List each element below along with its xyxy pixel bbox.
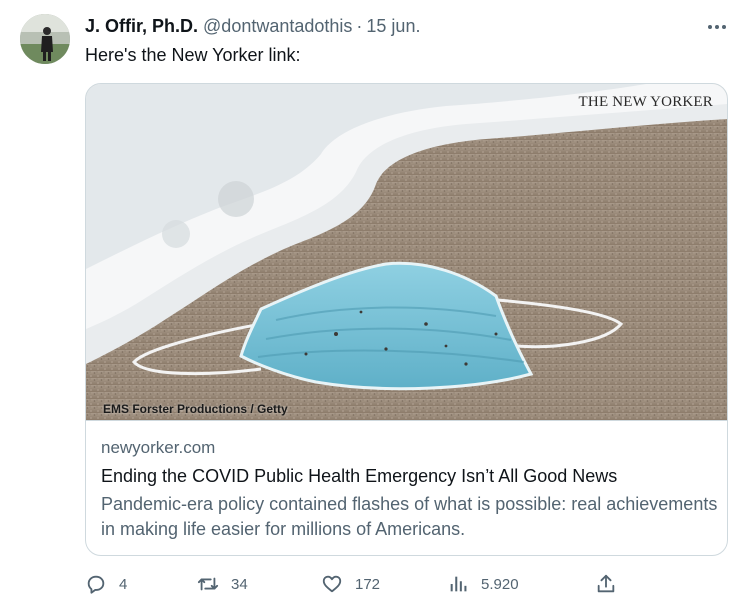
share-icon — [597, 574, 615, 593]
like-icon — [322, 575, 342, 593]
beach-mask-photo — [86, 84, 727, 420]
views-icon — [450, 576, 467, 592]
tweet-date[interactable]: 15 jun. — [366, 16, 420, 37]
tweet-actions: 4 34 172 5.920 — [85, 570, 735, 598]
image-credit: EMS Forster Productions / Getty — [103, 402, 288, 416]
avatar[interactable] — [20, 14, 70, 64]
user-handle[interactable]: @dontwantadothis — [203, 16, 352, 37]
card-description: Pandemic-era policy contained flashes of… — [101, 494, 718, 539]
reply-icon — [87, 575, 105, 594]
card-body[interactable]: newyorker.com Ending the COVID Public He… — [86, 420, 727, 555]
avatar-image — [20, 14, 70, 64]
separator-dot: · — [356, 16, 363, 36]
more-dot — [722, 25, 726, 29]
publication-logo: THE NEW YORKER — [578, 94, 713, 110]
retweet-icon — [197, 577, 219, 591]
retweet-count: 34 — [231, 575, 248, 593]
share-button[interactable] — [595, 570, 617, 598]
reply-button[interactable]: 4 — [85, 570, 127, 598]
more-icon[interactable] — [702, 14, 732, 40]
link-card[interactable]: THE NEW YORKER EMS Forster Productions /… — [85, 83, 728, 556]
tweet-header: J. Offir, Ph.D. @dontwantadothis · 15 ju… — [85, 16, 420, 38]
card-image[interactable]: THE NEW YORKER EMS Forster Productions /… — [86, 84, 727, 420]
more-dot — [708, 25, 712, 29]
retweet-button[interactable]: 34 — [197, 570, 248, 598]
card-title: Ending the COVID Public Health Emergency… — [101, 466, 618, 486]
tweet: J. Offir, Ph.D. @dontwantadothis · 15 ju… — [0, 0, 748, 610]
reply-count: 4 — [119, 575, 128, 593]
more-dot — [715, 25, 719, 29]
like-button[interactable]: 172 — [321, 570, 380, 598]
views-count: 5.920 — [481, 575, 519, 593]
views-button[interactable]: 5.920 — [447, 570, 519, 598]
card-domain: newyorker.com — [101, 438, 216, 457]
display-name[interactable]: J. Offir, Ph.D. — [85, 16, 198, 37]
tweet-text: Here's the New Yorker link: — [85, 45, 301, 65]
like-count: 172 — [355, 575, 381, 593]
